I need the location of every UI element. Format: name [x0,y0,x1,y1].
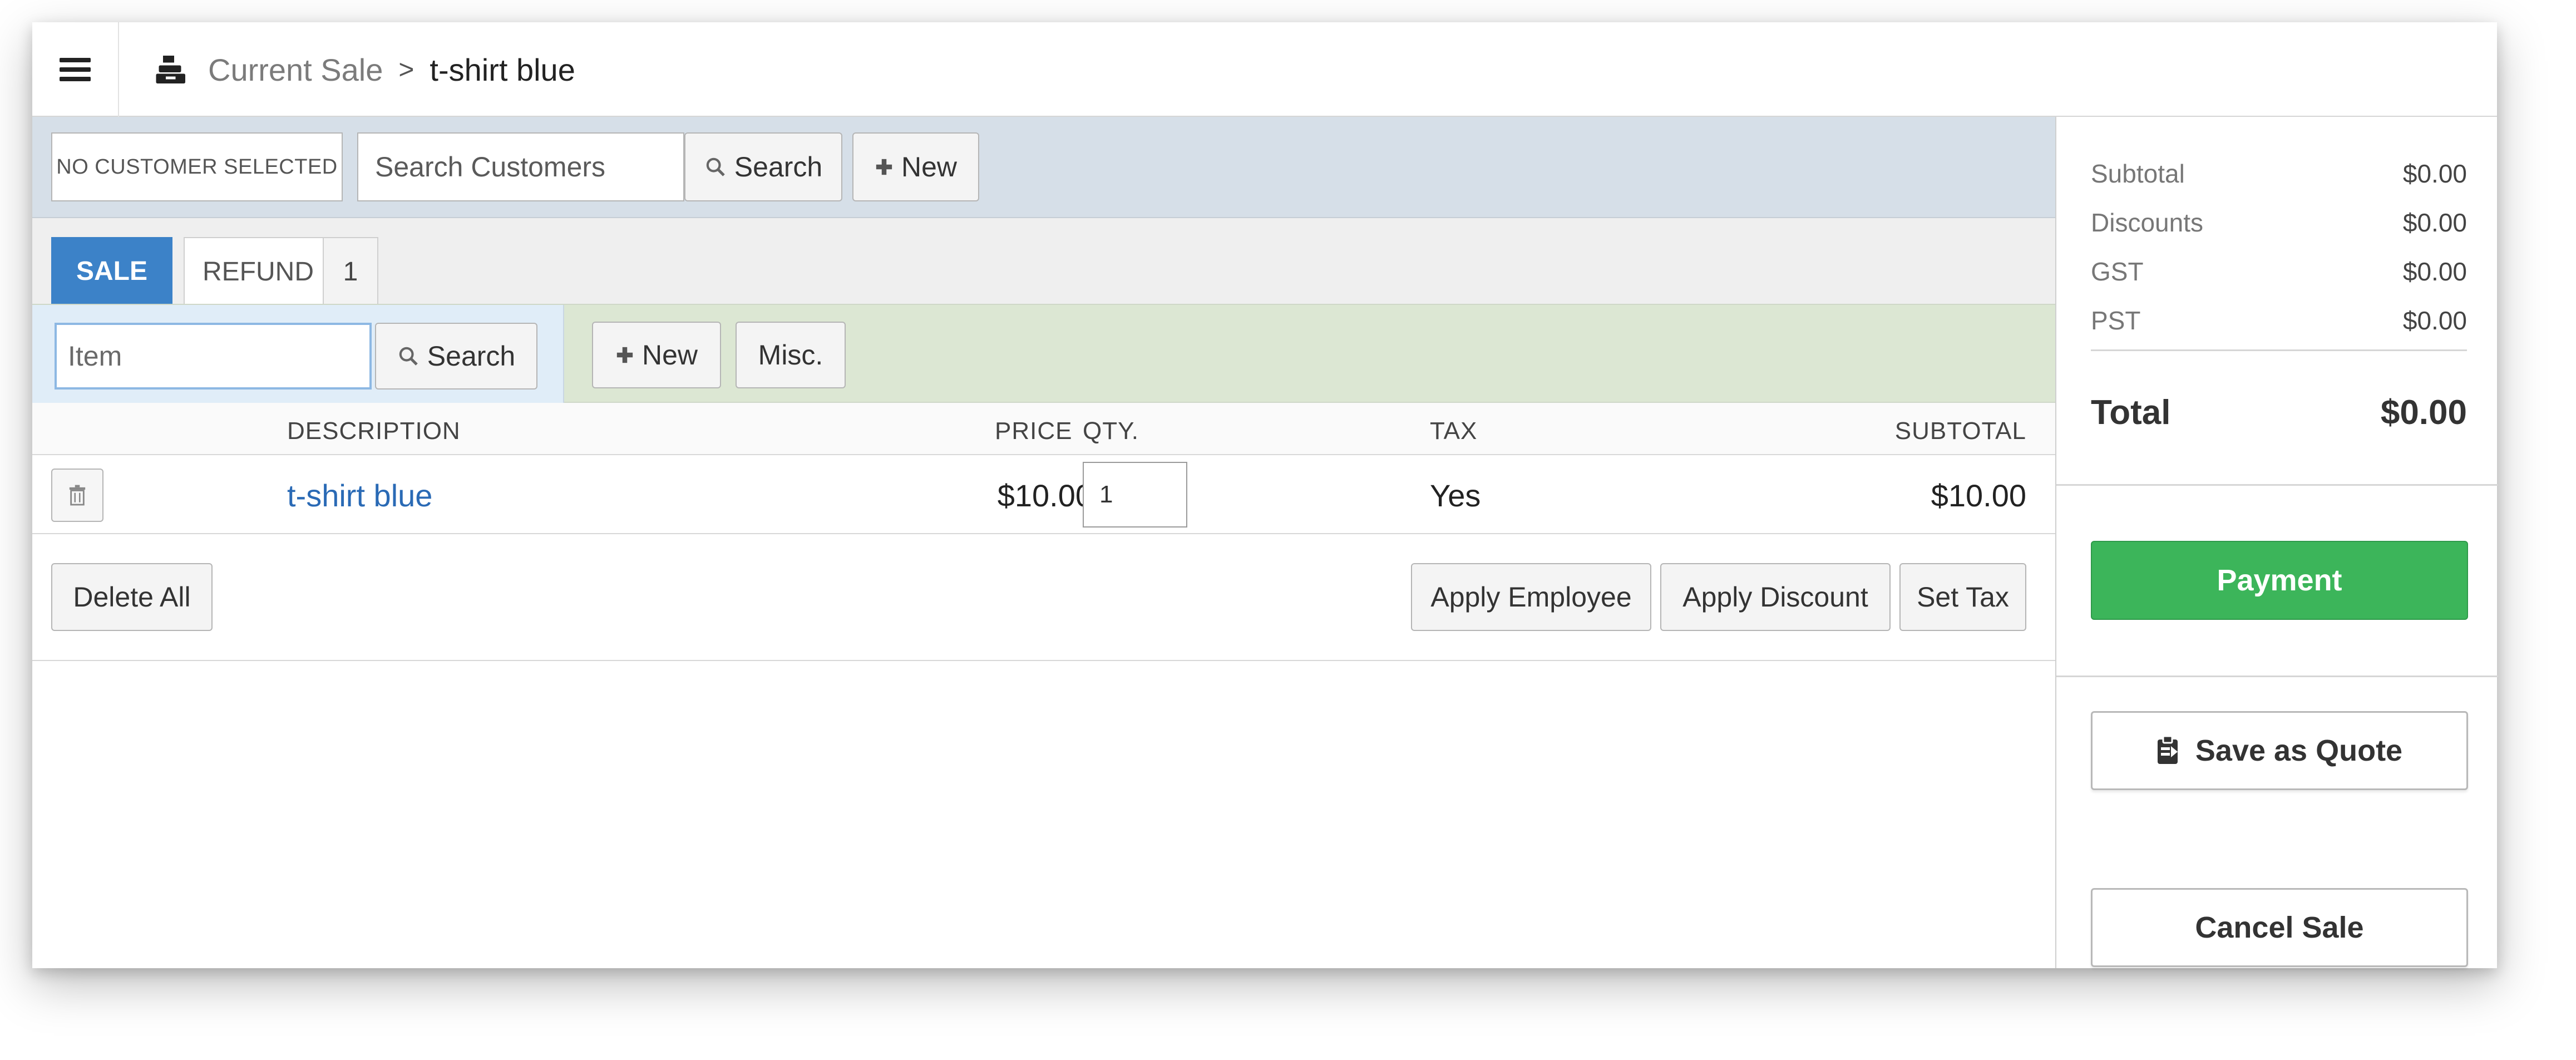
line-item-description-link[interactable]: t-shirt blue [287,477,432,514]
totals-breakdown: Subtotal $0.00 Discounts $0.00 GST $0.00… [2091,149,2467,351]
header-description: DESCRIPTION [287,417,461,445]
payment-button[interactable]: Payment [2091,541,2468,620]
subtotal-label: Subtotal [2091,159,2185,188]
breadcrumb-current-sale[interactable]: Current Sale [208,52,383,88]
search-icon [706,157,725,176]
tab-sale[interactable]: SALE [51,237,172,305]
item-search-input[interactable] [55,323,372,390]
discounts-label: Discounts [2091,208,2203,237]
apply-employee-button[interactable]: Apply Employee [1411,563,1651,631]
item-search-label: Search [427,341,516,372]
sale-summary-panel: Subtotal $0.00 Discounts $0.00 GST $0.00… [2055,117,2498,968]
new-customer-button[interactable]: New [852,132,979,201]
table-row: t-shirt blue $10.00 Yes $10.00 [32,455,2055,534]
header-tax: TAX [1430,417,1478,445]
total-line: Total $0.00 [2091,393,2467,432]
gst-line: GST $0.00 [2091,247,2467,296]
header-qty: QTY. [1083,417,1139,445]
delete-line-button[interactable] [51,469,103,522]
search-customers-input[interactable] [357,132,684,201]
pos-window: Current Sale > t-shirt blue NO CUSTOMER … [32,22,2498,968]
sale-refund-tabs: SALE REFUND 1 [32,218,2055,305]
panel-divider [2056,676,2498,677]
clipboard-icon [2157,736,2178,764]
delete-all-button[interactable]: Delete All [51,563,213,631]
top-bar: Current Sale > t-shirt blue [32,22,2497,117]
misc-button[interactable]: Misc. [736,322,846,388]
register-icon [156,56,185,83]
item-search-button[interactable]: Search [375,323,537,390]
pst-line: PST $0.00 [2091,296,2467,345]
gst-label: GST [2091,257,2144,286]
breadcrumb-separator: > [398,55,414,85]
tab-refund[interactable]: REFUND 1 [184,237,378,305]
trash-icon [69,485,86,506]
total-label: Total [2091,393,2171,432]
line-item-subtotal: $10.00 [1931,478,2026,513]
main-panel: NO CUSTOMER SELECTED Search New SALE REF… [32,117,2055,968]
line-items-header: DESCRIPTION PRICE QTY. TAX SUBTOTAL [32,403,2055,455]
save-as-quote-label: Save as Quote [2195,734,2403,767]
item-bar: Search New Misc. [32,304,2055,403]
totals-divider [2091,349,2467,351]
line-actions: Delete All Apply Employee Apply Discount… [32,534,2055,661]
subtotal-line: Subtotal $0.00 [2091,149,2467,198]
tab-refund-label: REFUND [203,257,314,287]
refund-count-badge: 1 [323,238,377,305]
search-icon [399,347,418,366]
quantity-input[interactable] [1083,462,1187,527]
panel-divider [2056,484,2498,486]
total-value: $0.00 [2380,393,2467,432]
save-as-quote-button[interactable]: Save as Quote [2091,711,2468,790]
search-customers-button[interactable]: Search [684,132,842,201]
plus-icon [616,347,633,363]
line-item-price: $10.00 [997,478,1093,513]
apply-discount-button[interactable]: Apply Discount [1660,563,1891,631]
search-customers-label: Search [734,151,823,183]
set-tax-button[interactable]: Set Tax [1899,563,2026,631]
customer-bar: NO CUSTOMER SELECTED Search New [32,117,2055,218]
item-search-area: Search [32,305,564,403]
menu-button[interactable] [32,22,119,117]
new-customer-label: New [901,151,958,183]
cancel-sale-button[interactable]: Cancel Sale [2091,888,2468,967]
gst-value: $0.00 [2402,257,2467,286]
menu-icon [60,58,91,81]
new-item-label: New [641,339,698,371]
plus-icon [876,159,892,175]
pst-value: $0.00 [2402,306,2467,335]
subtotal-value: $0.00 [2402,159,2467,188]
breadcrumb-leaf: t-shirt blue [430,52,575,87]
line-item-tax: Yes [1430,478,1481,513]
no-customer-selected[interactable]: NO CUSTOMER SELECTED [51,132,343,201]
header-subtotal: SUBTOTAL [1894,417,2026,445]
pst-label: PST [2091,306,2141,335]
discounts-value: $0.00 [2402,208,2467,237]
new-item-button[interactable]: New [592,322,721,388]
breadcrumb: Current Sale > t-shirt blue [155,22,575,117]
header-price: PRICE [995,417,1073,445]
discounts-line: Discounts $0.00 [2091,198,2467,247]
